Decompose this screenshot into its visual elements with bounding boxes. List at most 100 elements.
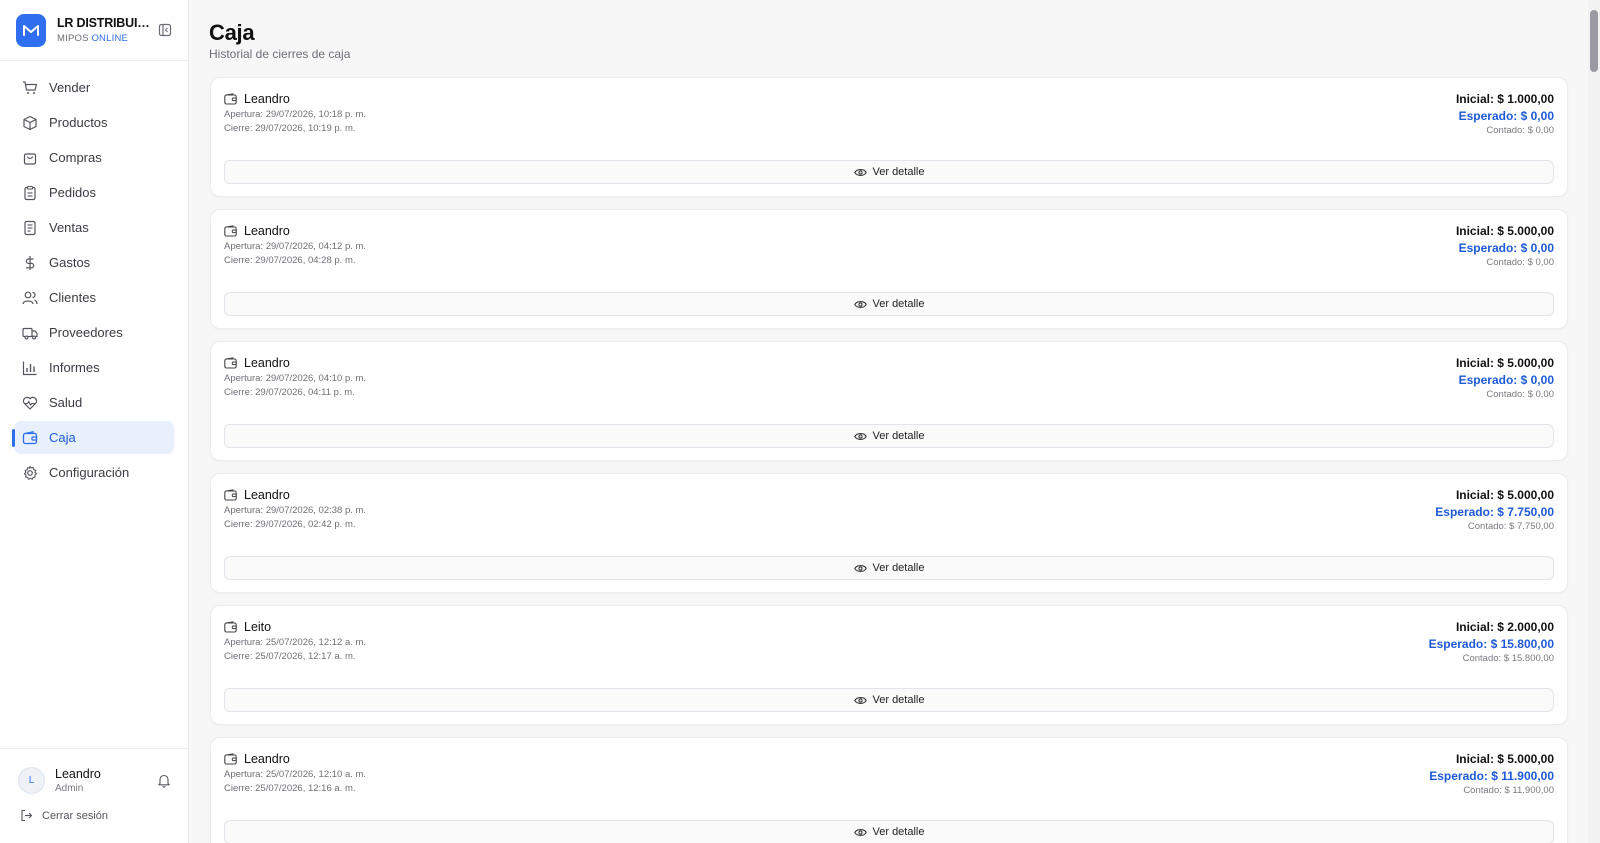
counted-amount: Contado: $ 0,00 bbox=[1486, 257, 1554, 268]
cashier-row: Leandro bbox=[224, 356, 366, 370]
nav-item-caja[interactable]: Caja bbox=[12, 421, 174, 454]
cashier-name: Leandro bbox=[244, 488, 290, 502]
nav-item-pedidos[interactable]: Pedidos bbox=[14, 176, 174, 209]
closure-card: Leandro Apertura: 29/07/2026, 02:38 p. m… bbox=[210, 473, 1568, 593]
nav-item-ventas[interactable]: Ventas bbox=[14, 211, 174, 244]
bar-chart-icon bbox=[22, 360, 38, 376]
expected-amount: Esperado: $ 0,00 bbox=[1458, 373, 1554, 387]
expected-amount: Esperado: $ 0,00 bbox=[1458, 109, 1554, 123]
nav-item-productos[interactable]: Productos bbox=[14, 106, 174, 139]
nav-item-salud[interactable]: Salud bbox=[14, 386, 174, 419]
brand-sub-highlight: ONLINE bbox=[91, 33, 129, 44]
dollar-icon bbox=[22, 255, 38, 271]
closing-date: Cierre: 29/07/2026, 02:42 p. m. bbox=[224, 519, 356, 530]
brand-name: LR DISTRIBUIDORA bbox=[57, 16, 150, 30]
notifications-button[interactable] bbox=[156, 773, 172, 789]
avatar: L bbox=[18, 767, 45, 794]
main-content: Caja Historial de cierres de caja Leandr… bbox=[189, 0, 1586, 843]
page-subtitle: Historial de cierres de caja bbox=[209, 47, 351, 61]
nav-label: Ventas bbox=[49, 220, 89, 235]
eye-icon bbox=[853, 300, 867, 308]
view-detail-button[interactable]: Ver detalle bbox=[224, 688, 1554, 712]
nav-item-proveedores[interactable]: Proveedores bbox=[14, 316, 174, 349]
counted-amount: Contado: $ 0,00 bbox=[1486, 389, 1554, 400]
brand-header: LR DISTRIBUIDORA MIPOS ONLINE bbox=[0, 0, 188, 61]
view-detail-label: Ver detalle bbox=[872, 694, 925, 706]
view-detail-button[interactable]: Ver detalle bbox=[224, 820, 1554, 843]
nav-item-gastos[interactable]: Gastos bbox=[14, 246, 174, 279]
closure-amounts: Inicial: $ 5.000,00 Esperado: $ 0,00 Con… bbox=[1456, 224, 1554, 268]
cashier-name: Leandro bbox=[244, 752, 290, 766]
scrollbar-track[interactable] bbox=[1588, 0, 1600, 843]
cashier-row: Leandro bbox=[224, 224, 366, 238]
closing-date: Cierre: 25/07/2026, 12:16 a. m. bbox=[224, 783, 356, 794]
nav-item-clientes[interactable]: Clientes bbox=[14, 281, 174, 314]
cart-icon bbox=[22, 80, 38, 96]
expected-amount: Esperado: $ 15.800,00 bbox=[1428, 637, 1554, 651]
user-role: Admin bbox=[55, 783, 84, 794]
initial-amount: Inicial: $ 5.000,00 bbox=[1455, 356, 1554, 370]
collapse-sidebar-button[interactable] bbox=[156, 21, 174, 39]
nav-label: Informes bbox=[49, 360, 100, 375]
logout-button[interactable]: Cerrar sesión bbox=[0, 794, 188, 822]
opening-date: Apertura: 29/07/2026, 04:12 p. m. bbox=[224, 241, 367, 252]
closing-date: Cierre: 29/07/2026, 04:28 p. m. bbox=[224, 255, 356, 266]
view-detail-label: Ver detalle bbox=[872, 562, 925, 574]
nav-label: Pedidos bbox=[49, 185, 96, 200]
cashier-row: Leandro bbox=[224, 488, 366, 502]
closure-amounts: Inicial: $ 5.000,00 Esperado: $ 7.750,00… bbox=[1435, 488, 1554, 532]
box-icon bbox=[22, 115, 38, 131]
users-icon bbox=[22, 290, 38, 306]
cashier-row: Leandro bbox=[224, 752, 366, 766]
main-nav: Vender Productos Compras Pedidos Ventas … bbox=[0, 61, 188, 489]
initial-amount: Inicial: $ 5.000,00 bbox=[1455, 488, 1554, 502]
expected-amount: Esperado: $ 7.750,00 bbox=[1435, 505, 1554, 519]
closure-amounts: Inicial: $ 1.000,00 Esperado: $ 0,00 Con… bbox=[1456, 92, 1554, 136]
eye-icon bbox=[853, 696, 867, 704]
truck-icon bbox=[22, 325, 38, 341]
nav-item-informes[interactable]: Informes bbox=[14, 351, 174, 384]
closure-info: Leito Apertura: 25/07/2026, 12:12 a. m. … bbox=[224, 620, 366, 662]
wallet-icon bbox=[224, 621, 237, 633]
nav-item-vender[interactable]: Vender bbox=[14, 71, 174, 104]
receipt-icon bbox=[22, 220, 38, 236]
closure-card: Leandro Apertura: 29/07/2026, 04:12 p. m… bbox=[210, 209, 1568, 329]
eye-icon bbox=[853, 168, 867, 176]
closure-card: Leandro Apertura: 29/07/2026, 10:18 p. m… bbox=[210, 77, 1568, 197]
nav-item-configuracion[interactable]: Configuración bbox=[14, 456, 174, 489]
user-area: L Leandro Admin Cerrar sesión bbox=[0, 748, 188, 843]
nav-label: Clientes bbox=[49, 290, 96, 305]
user-profile[interactable]: L Leandro Admin bbox=[0, 749, 188, 794]
closing-date: Cierre: 29/07/2026, 04:11 p. m. bbox=[224, 387, 355, 398]
view-detail-button[interactable]: Ver detalle bbox=[224, 292, 1554, 316]
closure-card: Leandro Apertura: 25/07/2026, 12:10 a. m… bbox=[210, 737, 1568, 843]
nav-label: Compras bbox=[49, 150, 102, 165]
cashier-name: Leandro bbox=[244, 224, 290, 238]
initial-amount: Inicial: $ 5.000,00 bbox=[1455, 752, 1554, 766]
user-name: Leandro bbox=[55, 767, 101, 781]
closure-card: Leito Apertura: 25/07/2026, 12:12 a. m. … bbox=[210, 605, 1568, 725]
view-detail-button[interactable]: Ver detalle bbox=[224, 160, 1554, 184]
cashier-row: Leandro bbox=[224, 92, 366, 106]
wallet-icon bbox=[224, 93, 237, 105]
view-detail-label: Ver detalle bbox=[872, 430, 925, 442]
shopping-bag-icon bbox=[22, 150, 38, 166]
view-detail-button[interactable]: Ver detalle bbox=[224, 556, 1554, 580]
view-detail-label: Ver detalle bbox=[872, 166, 925, 178]
closure-amounts: Inicial: $ 2.000,00 Esperado: $ 15.800,0… bbox=[1429, 620, 1554, 664]
opening-date: Apertura: 29/07/2026, 02:38 p. m. bbox=[224, 505, 367, 516]
opening-date: Apertura: 25/07/2026, 12:12 a. m. bbox=[224, 637, 367, 648]
brand-subtitle: MIPOS ONLINE bbox=[57, 33, 150, 44]
closure-info: Leandro Apertura: 29/07/2026, 10:18 p. m… bbox=[224, 92, 366, 134]
closing-date: Cierre: 25/07/2026, 12:17 a. m. bbox=[224, 651, 356, 662]
panel-left-icon bbox=[158, 23, 172, 37]
closure-info: Leandro Apertura: 29/07/2026, 04:10 p. m… bbox=[224, 356, 366, 398]
view-detail-button[interactable]: Ver detalle bbox=[224, 424, 1554, 448]
gear-icon bbox=[22, 465, 38, 481]
app-logo bbox=[16, 13, 46, 47]
cashier-row: Leito bbox=[224, 620, 366, 634]
nav-item-compras[interactable]: Compras bbox=[14, 141, 174, 174]
closure-info: Leandro Apertura: 29/07/2026, 04:12 p. m… bbox=[224, 224, 366, 266]
brand-sub-prefix: MIPOS bbox=[57, 33, 89, 44]
scrollbar-thumb[interactable] bbox=[1590, 10, 1598, 72]
